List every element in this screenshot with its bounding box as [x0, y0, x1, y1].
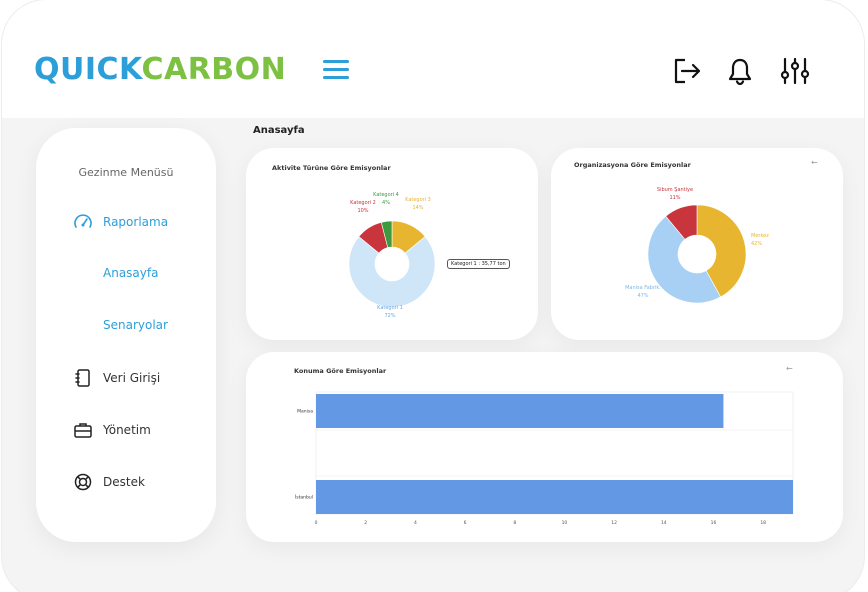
organization-pie-chart: Merkez 42% Manisa Fabrik. 47% Sibum Şantiye 1… — [625, 187, 769, 304]
sidebar-item-label: Yönetim — [103, 423, 151, 437]
slice-category-label: Kategori 1 — [377, 305, 403, 311]
sliders-icon[interactable] — [780, 56, 810, 86]
activity-emissions-card: Aktivite Türüne Göre Emisyonlar Kategori… — [246, 148, 538, 340]
brand-text: QUICKCARBON — [34, 52, 286, 88]
activity-pie-chart: Kategori 3 14% Kategori 1 72% Kategori 2 10% K… — [348, 192, 436, 319]
slice-value-label: 4% — [382, 200, 390, 206]
sidebar-subitem-anasayfa[interactable]: Anasayfa — [103, 266, 158, 280]
sidebar-item-yonetim[interactable]: Yönetim — [72, 419, 151, 441]
x-tick-label: 0 — [315, 520, 318, 526]
x-tick-label: 18 — [760, 520, 766, 526]
brand-logo[interactable]: QUICKCARBON — [34, 52, 286, 88]
brand-quick: QUICK — [34, 52, 142, 87]
bar[interactable] — [316, 480, 793, 514]
slice-value-label: 42% — [751, 241, 762, 247]
slice-category-label: Manisa Fabrik. — [625, 285, 661, 291]
sidebar-title: Gezinme Menüsü — [78, 166, 174, 179]
x-tick-label: 12 — [611, 520, 617, 526]
slice-value-label: 14% — [412, 205, 423, 211]
x-tick-label: 16 — [711, 520, 717, 526]
briefcase-icon — [72, 419, 94, 441]
slice-value-label: 10% — [357, 208, 368, 214]
x-tick-label: 8 — [513, 520, 516, 526]
location-emissions-card: Konuma Göre Emisyonlar ← Manisa İstanbul 0… — [246, 352, 843, 542]
sidebar-subitem-senaryolar[interactable]: Senaryolar — [103, 318, 168, 332]
logout-icon[interactable] — [672, 56, 702, 86]
slice-category-label: Merkez — [751, 233, 769, 239]
sidebar-item-destek[interactable]: Destek — [72, 471, 145, 493]
organization-emissions-card: Organizasyona Göre Emisyonlar ← Merkez 42… — [551, 148, 843, 340]
slice-category-label: Kategori 4 — [373, 192, 399, 198]
x-tick-label: 14 — [661, 520, 667, 526]
gauge-icon — [72, 211, 94, 233]
bar[interactable] — [316, 394, 724, 428]
category-label: İstanbul — [295, 494, 313, 501]
sidebar-item-label: Veri Girişi — [103, 371, 161, 385]
slice-value-label: 47% — [637, 293, 648, 299]
bell-icon[interactable] — [725, 56, 755, 86]
slice-value-label: 11% — [669, 195, 680, 201]
sidebar-item-label: Destek — [103, 475, 145, 489]
location-bar-chart: Manisa İstanbul 0 2 4 6 8 10 12 14 16 18 — [295, 391, 794, 526]
category-label: Manisa — [297, 409, 313, 415]
notebook-icon — [72, 367, 94, 389]
slice-value-label: 72% — [384, 313, 395, 319]
sidebar-item-veri-girisi[interactable]: Veri Girişi — [72, 367, 160, 389]
menu-icon[interactable] — [323, 60, 349, 80]
x-tick-label: 2 — [364, 520, 367, 526]
sidebar-item-raporlama[interactable]: Raporlama — [72, 211, 168, 233]
sidebar-item-label: Raporlama — [103, 215, 169, 229]
brand-carbon: CARBON — [141, 52, 287, 87]
slice-category-label: Kategori 3 — [405, 197, 431, 203]
page-title: Anasayfa — [253, 125, 305, 136]
x-tick-label: 6 — [464, 520, 467, 526]
x-tick-label: 4 — [414, 520, 417, 526]
lifebuoy-icon — [72, 471, 94, 493]
slice-category-label: Sibum Şantiye — [657, 187, 693, 193]
x-tick-label: 10 — [562, 520, 568, 526]
chart-tooltip: Kategori 1 : 35,77 ton — [447, 259, 510, 269]
slice-category-label: Kategori 2 — [350, 200, 376, 206]
